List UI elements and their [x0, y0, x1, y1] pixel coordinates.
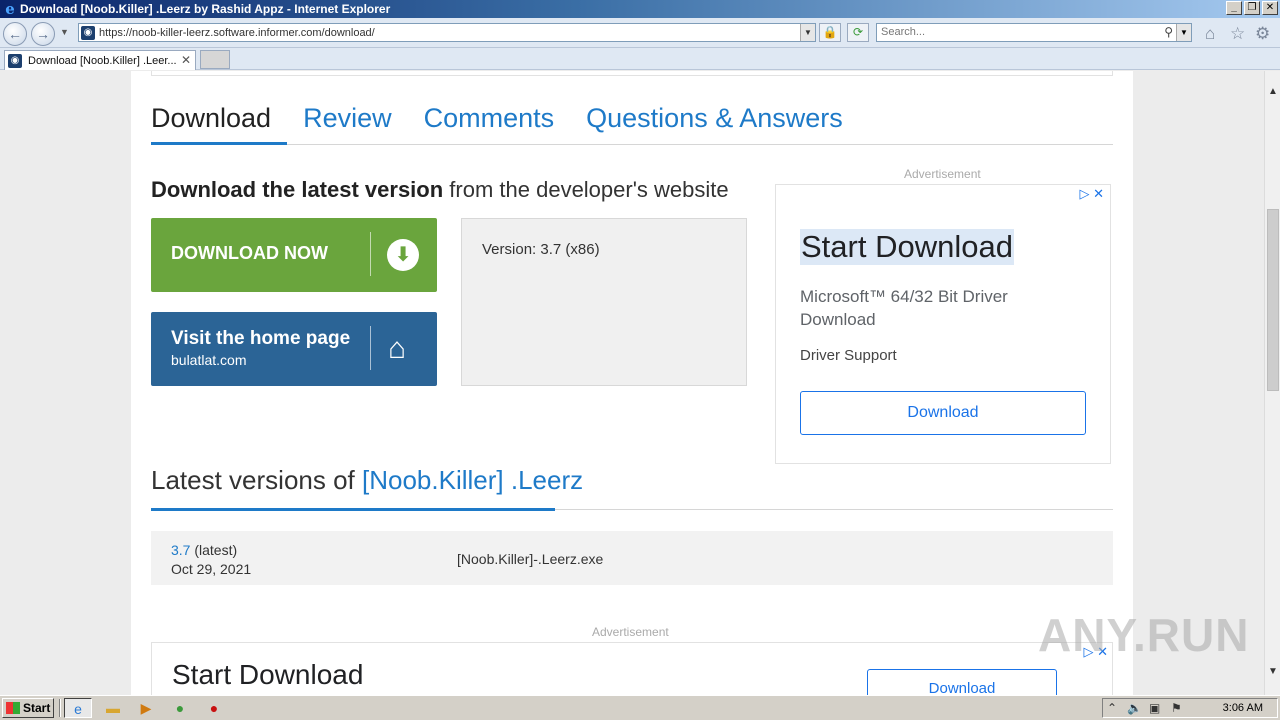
opera-icon[interactable]: ●	[200, 698, 228, 718]
search-dropdown-icon[interactable]: ▼	[1176, 24, 1191, 41]
tab-review[interactable]: Review	[287, 101, 408, 145]
windows-flag-icon	[6, 702, 20, 714]
search-input[interactable]: Search... ⚲ ▼	[876, 23, 1192, 42]
vertical-scrollbar[interactable]: ▲ ▼	[1264, 71, 1280, 695]
version-tag: (latest)	[190, 542, 238, 558]
page-viewport: Download Review Comments Questions & Ans…	[0, 71, 1264, 695]
download-heading-rest: from the developer's website	[443, 177, 729, 202]
window-controls: _ ❐ ✕	[1226, 1, 1278, 15]
button-divider	[370, 326, 371, 370]
scroll-down-icon[interactable]: ▼	[1265, 663, 1280, 680]
version-row[interactable]: 3.7 (latest) Oct 29, 2021 [Noob.Killer]-…	[151, 531, 1113, 585]
media-player-icon[interactable]: ▶	[132, 698, 160, 718]
latest-heading-underline	[151, 508, 1113, 511]
ad-subtitle: Driver Support	[800, 347, 897, 364]
tab-close-icon[interactable]: ✕	[181, 53, 191, 67]
version-filename: [Noob.Killer]-.Leerz.exe	[457, 551, 604, 567]
clock[interactable]: 3:06 AM	[1223, 702, 1263, 714]
explorer-folder-icon[interactable]: ▬	[99, 698, 127, 718]
refresh-icon[interactable]: ⟳	[847, 23, 869, 42]
forward-arrow-icon[interactable]: →	[31, 22, 55, 46]
history-dropdown-icon[interactable]: ▼	[60, 27, 69, 37]
search-icon[interactable]: ⚲	[1164, 24, 1173, 41]
start-label: Start	[23, 701, 51, 715]
volume-icon[interactable]: 🔈	[1127, 701, 1142, 715]
button-divider	[370, 232, 371, 276]
lock-icon[interactable]: 🔒	[819, 23, 841, 42]
home-page-label: Visit the home page	[171, 328, 351, 349]
ad-download-button[interactable]: Download	[800, 391, 1086, 435]
page-content: Download Review Comments Questions & Ans…	[131, 71, 1133, 695]
tab-comments[interactable]: Comments	[408, 101, 571, 145]
download-heading-bold: Download the latest version	[151, 177, 444, 202]
ad-label: Advertisement	[904, 167, 981, 181]
version-entry: 3.7 (latest)	[171, 542, 237, 558]
new-tab-button[interactable]	[200, 50, 230, 69]
site-favicon-icon: ◉	[81, 25, 95, 40]
start-button[interactable]: Start	[2, 698, 54, 718]
browser-tab[interactable]: ◉ Download [Noob.Killer] .Leer... ✕	[4, 50, 196, 70]
header-divider	[151, 71, 1113, 76]
visit-home-page-button[interactable]: Visit the home page bulatlat.com ⌂	[151, 312, 437, 386]
version-value: 3.7 (x86)	[540, 241, 600, 258]
system-tray: ⌃ 🔈 ▣ ⚑ 3:06 AM	[1102, 698, 1278, 718]
tab-favicon-icon: ◉	[8, 53, 22, 68]
url-text[interactable]: https://noob-killer-leerz.software.infor…	[99, 27, 375, 39]
tray-arrow-icon[interactable]: ⌃	[1107, 701, 1117, 715]
scroll-up-icon[interactable]: ▲	[1265, 83, 1280, 100]
taskbar-separator	[59, 699, 61, 717]
maximize-button[interactable]: ❐	[1244, 1, 1260, 15]
tab-questions-answers[interactable]: Questions & Answers	[570, 101, 859, 145]
version-label: Version:	[482, 241, 541, 258]
taskbar: Start e ▬ ▶ ● ● ⌃ 🔈 ▣ ⚑ 3:06 AM	[0, 695, 1280, 720]
ad2-title[interactable]: Start Download	[172, 659, 363, 691]
version-number-link[interactable]: 3.7	[171, 542, 190, 558]
download-now-button[interactable]: DOWNLOAD NOW ⬇	[151, 218, 437, 292]
version-line: Version: 3.7 (x86)	[482, 241, 600, 258]
anyrun-watermark: ANY.RUN	[1038, 609, 1250, 661]
close-button[interactable]: ✕	[1262, 1, 1278, 15]
latest-heading-accent-bar	[151, 508, 555, 511]
latest-heading-name[interactable]: [Noob.Killer] .Leerz	[362, 465, 583, 495]
latest-versions-heading: Latest versions of [Noob.Killer] .Leerz	[151, 465, 583, 496]
minimize-button[interactable]: _	[1226, 1, 1242, 15]
window-title-bar: e Download [Noob.Killer] .Leerz by Rashi…	[0, 0, 1280, 18]
home-icon[interactable]: ⌂	[1205, 24, 1215, 44]
chrome-icon[interactable]: ●	[166, 698, 194, 718]
ad-choices-close-icon[interactable]: ▷ ✕	[1079, 186, 1104, 202]
download-heading: Download the latest version from the dev…	[151, 177, 729, 203]
download-arrow-icon: ⬇	[387, 239, 419, 271]
download-now-label: DOWNLOAD NOW	[171, 243, 328, 263]
settings-gear-icon[interactable]: ⚙	[1255, 24, 1270, 44]
scroll-thumb[interactable]	[1267, 209, 1279, 391]
latest-heading-prefix: Latest versions of	[151, 465, 362, 495]
network-icon[interactable]: ▣	[1149, 701, 1160, 715]
ad-label-2: Advertisement	[592, 625, 669, 639]
tab-bar: ◉ Download [Noob.Killer] .Leer... ✕	[0, 48, 1280, 70]
home-page-domain: bulatlat.com	[171, 352, 247, 368]
ad-description: Microsoft™ 64/32 Bit Driver Download	[800, 287, 1008, 329]
search-placeholder: Search...	[881, 26, 926, 38]
house-icon: ⌂	[388, 332, 407, 365]
ad-title[interactable]: Start Download	[800, 229, 1014, 265]
address-dropdown-icon[interactable]: ▼	[800, 24, 815, 41]
navigation-bar: ← → ▼ ◉ https://noob-killer-leerz.softwa…	[0, 18, 1280, 48]
address-bar[interactable]: ◉ https://noob-killer-leerz.software.inf…	[78, 23, 816, 42]
tab-download[interactable]: Download	[151, 101, 288, 145]
advertisement-box[interactable]: ▷ ✕ Start Download Microsoft™ 64/32 Bit …	[775, 184, 1111, 464]
content-tabs: Download Review Comments Questions & Ans…	[151, 101, 1113, 145]
internet-explorer-icon: e	[5, 0, 15, 18]
action-center-flag-icon[interactable]: ⚑	[1171, 701, 1182, 715]
advertisement-box-2[interactable]: Start Download ▷ ✕ Download	[151, 642, 1113, 695]
favorites-star-icon[interactable]: ☆	[1230, 24, 1245, 44]
tab-title: Download [Noob.Killer] .Leer...	[28, 54, 177, 67]
internet-explorer-taskbar-icon[interactable]: e	[64, 698, 92, 718]
back-arrow-icon[interactable]: ←	[3, 22, 27, 46]
version-date: Oct 29, 2021	[171, 561, 252, 577]
ad2-download-button[interactable]: Download	[867, 669, 1057, 695]
window-title: Download [Noob.Killer] .Leerz by Rashid …	[20, 2, 391, 16]
version-info-box: Version: 3.7 (x86)	[461, 218, 747, 386]
